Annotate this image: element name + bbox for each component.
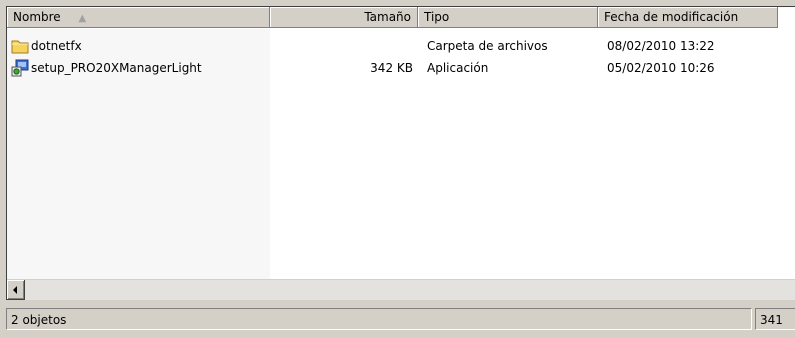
file-type: Aplicación <box>427 61 489 75</box>
column-header-type[interactable]: Tipo <box>418 7 598 28</box>
explorer-window: Nombre ▲ Tamaño Tipo Fecha de modificaci… <box>0 0 795 338</box>
status-size: 341 <box>755 308 795 330</box>
setup-app-icon <box>11 59 29 77</box>
column-header-date[interactable]: Fecha de modificación <box>598 7 778 28</box>
column-header-size[interactable]: Tamaño <box>270 7 418 28</box>
list-item[interactable]: dotnetfx Carpeta de archivos 08/02/2010 … <box>7 35 795 57</box>
file-name: dotnetfx <box>31 39 82 53</box>
file-list-pane[interactable]: Nombre ▲ Tamaño Tipo Fecha de modificaci… <box>6 6 795 300</box>
file-name-cell: dotnetfx <box>11 35 82 57</box>
column-header: Nombre ▲ Tamaño Tipo Fecha de modificaci… <box>7 7 795 29</box>
column-header-name[interactable]: Nombre ▲ <box>7 7 270 28</box>
status-object-count: 2 objetos <box>6 308 752 330</box>
sort-ascending-icon: ▲ <box>78 13 87 24</box>
arrow-left-icon <box>13 286 17 294</box>
file-name-cell: setup_PRO20XManagerLight <box>11 57 202 79</box>
status-bar: 2 objetos 341 <box>6 306 795 334</box>
list-item[interactable]: setup_PRO20XManagerLight 342 KB Aplicaci… <box>7 57 795 79</box>
scroll-left-button[interactable] <box>7 280 25 300</box>
file-type: Carpeta de archivos <box>427 39 548 53</box>
column-header-name-label: Nombre <box>13 10 61 24</box>
file-list: dotnetfx Carpeta de archivos 08/02/2010 … <box>7 35 795 79</box>
file-modified: 05/02/2010 10:26 <box>607 61 715 75</box>
file-size: 342 KB <box>370 61 413 75</box>
horizontal-scrollbar[interactable] <box>7 279 795 300</box>
file-modified: 08/02/2010 13:22 <box>607 39 715 53</box>
folder-icon <box>11 40 29 54</box>
file-name: setup_PRO20XManagerLight <box>31 61 202 75</box>
